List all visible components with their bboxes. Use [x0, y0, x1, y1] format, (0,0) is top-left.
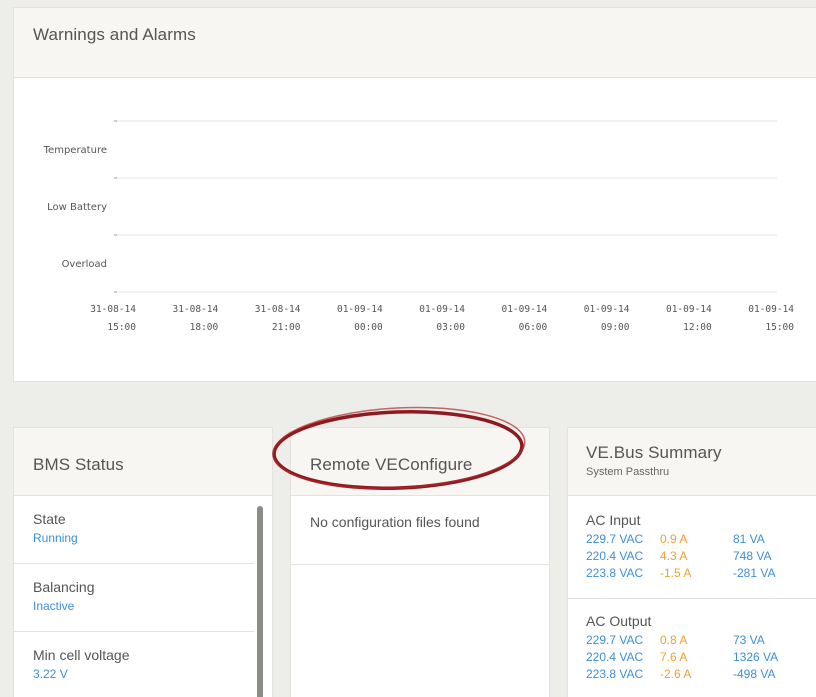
chart-x-tick-date: 31-08-14 [172, 304, 218, 315]
chart-x-tick-date: 01-09-14 [419, 304, 465, 315]
chart-x-tick-time: 15:00 [107, 322, 136, 333]
bms-title: BMS Status [33, 455, 124, 474]
chart-row-label: Low Battery [47, 202, 107, 213]
remote-veconfigure-panel: Remote VEConfigure No configuration file… [290, 427, 550, 697]
chart-x-tick-time: 03:00 [436, 322, 465, 333]
remote-header: Remote VEConfigure [291, 428, 549, 496]
remote-title: Remote VEConfigure [310, 455, 473, 474]
vebus-header: VE.Bus Summary System Passthru [568, 428, 816, 496]
ac-output-line-2: 220.4 VAC 7.6 A 1326 VA [586, 650, 816, 665]
ac-input-current: 4.3 A [660, 549, 688, 563]
bms-balancing-label: Balancing [33, 579, 95, 595]
vebus-divider [568, 598, 816, 599]
chart-x-tick-date: 01-09-14 [337, 304, 383, 315]
bms-row-balancing: Balancing Inactive [14, 564, 254, 632]
bms-scrollbar[interactable] [257, 506, 263, 697]
vebus-subtitle: System Passthru [586, 466, 670, 478]
warnings-chart: Temperature Low Battery Overload 31-08-14 15… [43, 120, 794, 333]
ac-input-line-1: 229.7 VAC 0.9 A 81 VA [586, 532, 816, 547]
ac-input-line-3: 223.8 VAC -1.5 A -281 VA [586, 566, 816, 581]
ac-input-power: -281 VA [733, 566, 776, 580]
ac-output-line-3: 223.8 VAC -2.6 A -498 VA [586, 667, 816, 682]
remote-message: No configuration files found [310, 514, 480, 530]
chart-x-tick-time: 09:00 [601, 322, 630, 333]
bms-row-min-cell-voltage: Min cell voltage 3.22 V [14, 632, 254, 697]
ac-output-label: AC Output [586, 613, 652, 629]
ac-output-power: 73 VA [733, 633, 765, 647]
chart-row-label: Temperature [43, 145, 107, 156]
ac-output-current: -2.6 A [660, 667, 692, 681]
ac-output-line-1: 229.7 VAC 0.8 A 73 VA [586, 633, 816, 648]
ac-input-label: AC Input [586, 512, 641, 528]
ac-input-current: 0.9 A [660, 532, 688, 546]
chart-x-tick-date: 31-08-14 [255, 304, 301, 315]
ac-output-current: 0.8 A [660, 633, 688, 647]
ac-input-voltage: 220.4 VAC [586, 549, 644, 563]
chart-x-tick-time: 00:00 [354, 322, 383, 333]
chart-x-tick-time: 06:00 [519, 322, 548, 333]
chart-x-tick-date: 01-09-14 [584, 304, 630, 315]
warnings-panel: Warnings and Alarms Temperature Low Batte… [13, 7, 816, 382]
bms-header: BMS Status [14, 428, 272, 496]
ac-output-voltage: 229.7 VAC [586, 633, 644, 647]
chart-x-tick-date: 01-09-14 [748, 304, 794, 315]
vebus-summary-panel: VE.Bus Summary System Passthru AC Input … [567, 427, 816, 697]
ac-output-voltage: 220.4 VAC [586, 650, 644, 664]
ac-output-power: -498 VA [733, 667, 776, 681]
ac-input-line-2: 220.4 VAC 4.3 A 748 VA [586, 549, 816, 564]
chart-x-tick-time: 12:00 [683, 322, 712, 333]
chart-x-tick-date: 01-09-14 [501, 304, 547, 315]
bms-min-cell-label: Min cell voltage [33, 647, 130, 663]
warnings-title: Warnings and Alarms [33, 25, 196, 44]
bms-state-value: Running [33, 531, 78, 545]
chart-x-tick-time: 21:00 [272, 322, 301, 333]
chart-row-label: Overload [62, 259, 107, 270]
bms-min-cell-value: 3.22 V [33, 667, 68, 681]
bms-status-panel: BMS Status State Running Balancing Inact… [13, 427, 273, 697]
bms-balancing-value: Inactive [33, 599, 75, 613]
remote-divider [291, 564, 549, 565]
ac-input-power: 748 VA [733, 549, 772, 563]
chart-x-tick-time: 15:00 [765, 322, 794, 333]
ac-output-current: 7.6 A [660, 650, 688, 664]
vebus-title: VE.Bus Summary [586, 443, 722, 462]
ac-input-power: 81 VA [733, 532, 765, 546]
bms-state-label: State [33, 511, 66, 527]
ac-input-voltage: 229.7 VAC [586, 532, 644, 546]
ac-input-current: -1.5 A [660, 566, 692, 580]
warnings-header: Warnings and Alarms [14, 8, 816, 78]
chart-x-tick-date: 31-08-14 [90, 304, 136, 315]
ac-input-voltage: 223.8 VAC [586, 566, 644, 580]
bms-row-state: State Running [14, 496, 254, 564]
chart-x-tick-time: 18:00 [190, 322, 219, 333]
chart-x-tick-date: 01-09-14 [666, 304, 712, 315]
ac-output-voltage: 223.8 VAC [586, 667, 644, 681]
ac-output-power: 1326 VA [733, 650, 779, 664]
